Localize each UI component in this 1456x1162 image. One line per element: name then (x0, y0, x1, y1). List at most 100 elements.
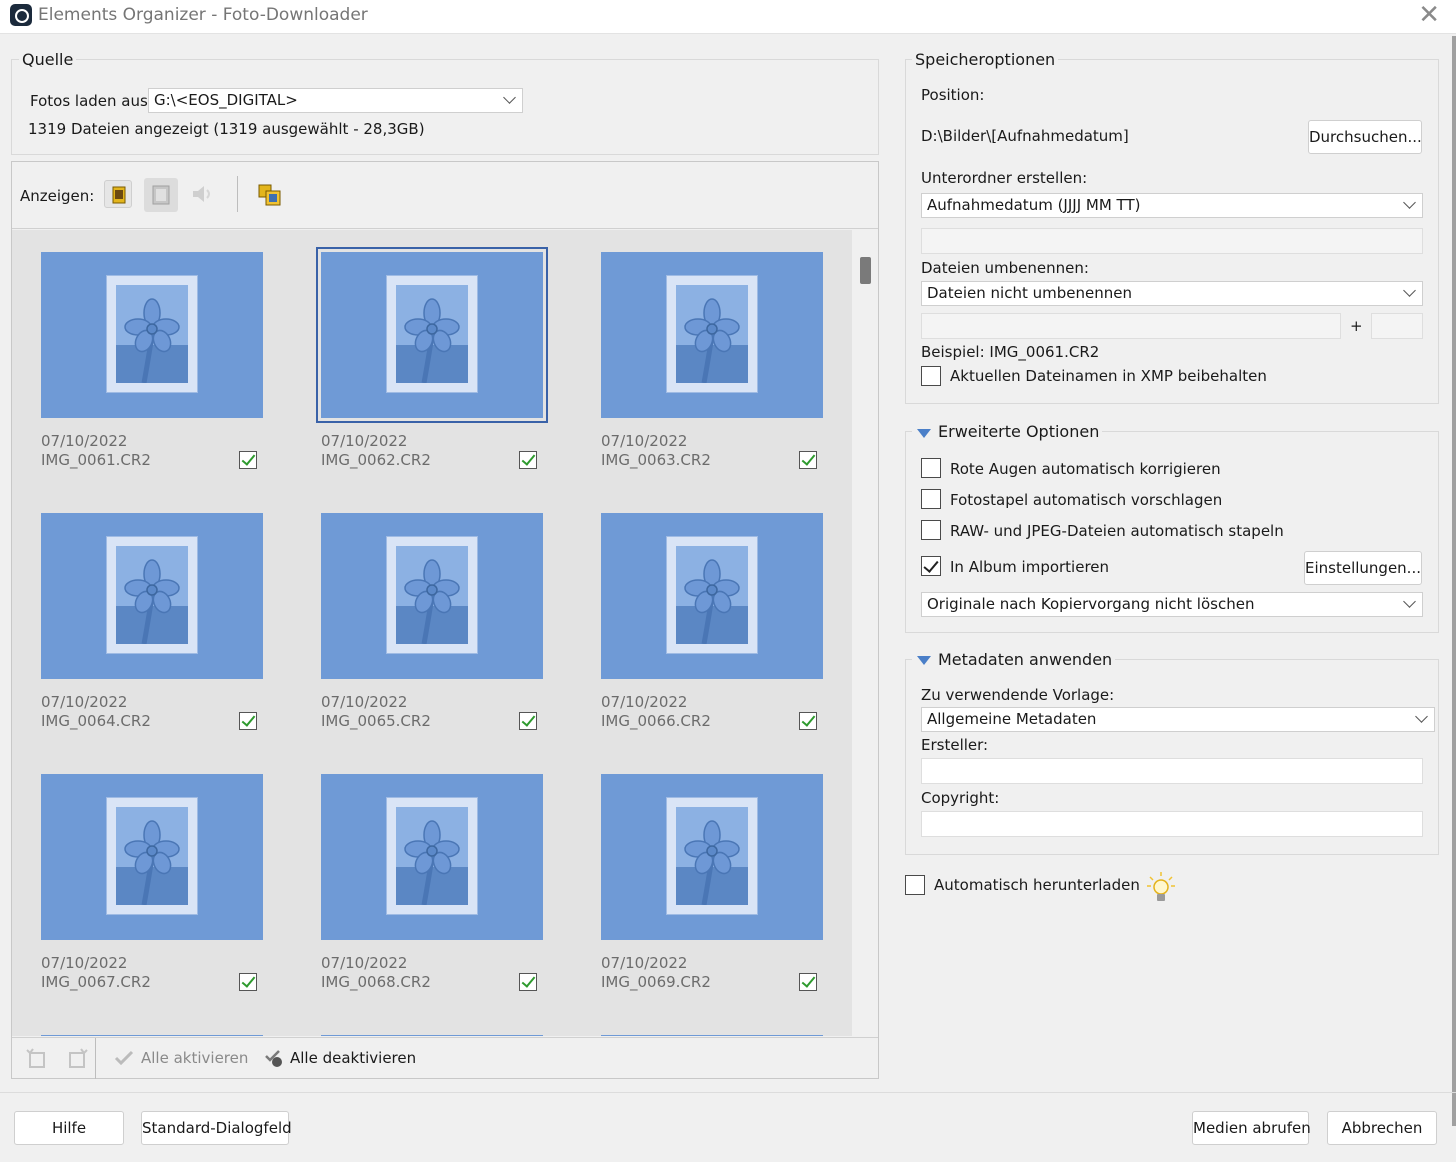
thumbnail-checkbox[interactable] (239, 973, 257, 991)
album-settings-button[interactable]: Einstellungen... (1304, 551, 1422, 585)
placeholder-image-icon (106, 536, 198, 654)
thumbnail-date: 07/10/2022 (601, 693, 688, 711)
rename-number-field[interactable] (1371, 313, 1423, 339)
photo-thumbnail[interactable] (321, 774, 543, 940)
author-field[interactable] (921, 758, 1423, 784)
photo-thumbnail[interactable] (41, 1035, 263, 1036)
load-from-value: G:\<EOS_DIGITAL> (154, 91, 298, 109)
photo-thumbnail[interactable] (321, 1035, 543, 1036)
standard-dialog-button[interactable]: Standard-Dialogfeld (141, 1111, 292, 1145)
thumbnail-checkbox[interactable] (519, 973, 537, 991)
rename-plus: + (1350, 317, 1363, 335)
thumbnail-filename: IMG_0067.CR2 (41, 973, 151, 991)
thumbnail-date: 07/10/2022 (41, 693, 128, 711)
uncheck-all-button[interactable]: Alle deaktivieren (290, 1049, 416, 1067)
app-icon (10, 4, 32, 26)
window-title: Elements Organizer - Foto-Downloader (38, 5, 368, 25)
auto-download-checkbox[interactable] (905, 875, 925, 895)
toolbar-separator (237, 176, 238, 212)
thumbnail-date: 07/10/2022 (41, 432, 128, 450)
close-icon[interactable]: ✕ (1418, 0, 1440, 30)
raw-jpeg-checkbox[interactable] (921, 520, 941, 540)
uncheck-all-icon (262, 1046, 290, 1074)
after-copy-value: Originale nach Kopiervorgang nicht lösch… (927, 595, 1255, 613)
footer-divider (0, 1092, 1456, 1093)
cancel-button[interactable]: Abbrechen (1327, 1111, 1437, 1145)
collapse-triangle-icon[interactable] (917, 656, 931, 665)
photo-thumbnail[interactable] (601, 252, 823, 418)
lightbulb-icon[interactable] (1146, 871, 1176, 905)
thumbnail-grid[interactable]: 07/10/2022 IMG_0061.CR2 07/10/2022 IMG_0062… (12, 230, 852, 1036)
photo-filter-icon[interactable] (104, 180, 132, 208)
stacks-checkbox[interactable] (921, 489, 941, 509)
thumbnail-checkbox[interactable] (239, 712, 257, 730)
thumbnail-filename: IMG_0061.CR2 (41, 451, 151, 469)
photo-thumbnail[interactable] (41, 774, 263, 940)
placeholder-image-icon (386, 536, 478, 654)
red-eye-label: Rote Augen automatisch korrigieren (950, 460, 1221, 478)
position-label: Position: (921, 86, 985, 104)
audio-filter-icon[interactable] (188, 180, 216, 208)
vertical-scrollbar[interactable] (852, 230, 878, 1036)
rename-label: Dateien umbenennen: (921, 259, 1089, 277)
copyright-label: Copyright: (921, 789, 1000, 807)
save-options-title: Speicheroptionen (912, 50, 1059, 69)
after-copy-dropdown[interactable]: Originale nach Kopiervorgang nicht lösch… (921, 592, 1423, 617)
show-label: Anzeigen: (20, 187, 95, 205)
template-label: Zu verwendende Vorlage: (921, 686, 1115, 704)
thumbnail-checkbox[interactable] (799, 973, 817, 991)
check-all-button[interactable]: Alle aktivieren (141, 1049, 248, 1067)
position-value: D:\Bilder\[Aufnahmedatum] (921, 127, 1129, 145)
scrollbar-thumb[interactable] (860, 257, 871, 284)
photo-thumbnail[interactable] (41, 252, 263, 418)
load-from-dropdown[interactable]: G:\<EOS_DIGITAL> (148, 88, 523, 113)
album-checkbox[interactable] (921, 556, 941, 576)
copyright-field[interactable] (921, 811, 1423, 837)
get-media-button[interactable]: Medien abrufen (1192, 1111, 1311, 1145)
thumbnail-checkbox[interactable] (519, 451, 537, 469)
keep-xmp-label: Aktuellen Dateinamen in XMP beibehalten (950, 367, 1267, 385)
placeholder-image-icon (106, 797, 198, 915)
rotate-right-icon[interactable] (62, 1045, 90, 1073)
advanced-options-title[interactable]: Erweiterte Optionen (912, 422, 1103, 441)
thumbnail-filename: IMG_0069.CR2 (601, 973, 711, 991)
help-button[interactable]: Hilfe (14, 1111, 124, 1145)
files-summary: 1319 Dateien angezeigt (1319 ausgewählt … (28, 120, 425, 138)
subfolder-value: Aufnahmedatum (JJJJ MM TT) (927, 196, 1141, 214)
photo-thumbnail[interactable] (316, 247, 548, 423)
thumbnail-filename: IMG_0062.CR2 (321, 451, 431, 469)
template-dropdown[interactable]: Allgemeine Metadaten (921, 707, 1435, 732)
album-label: In Album importieren (950, 558, 1110, 576)
chevron-down-icon (503, 91, 516, 104)
subfolder-label: Unterordner erstellen: (921, 169, 1088, 187)
thumbnail-date: 07/10/2022 (321, 432, 408, 450)
photo-thumbnail[interactable] (601, 774, 823, 940)
placeholder-image-icon (666, 536, 758, 654)
video-filter-icon[interactable] (144, 178, 178, 212)
collapse-triangle-icon[interactable] (917, 429, 931, 438)
browse-button[interactable]: Durchsuchen... (1308, 120, 1422, 154)
thumbnail-checkbox[interactable] (799, 451, 817, 469)
rename-text-field[interactable] (921, 313, 1341, 339)
rename-dropdown[interactable]: Dateien nicht umbenennen (921, 281, 1423, 306)
subfolder-custom-field[interactable] (921, 228, 1423, 254)
photo-thumbnail[interactable] (321, 513, 543, 679)
template-value: Allgemeine Metadaten (927, 710, 1097, 728)
thumbnail-checkbox[interactable] (519, 712, 537, 730)
keep-xmp-checkbox[interactable] (921, 366, 941, 386)
thumbnail-checkbox[interactable] (799, 712, 817, 730)
thumbnail-checkbox[interactable] (239, 451, 257, 469)
placeholder-image-icon (386, 797, 478, 915)
subfolder-dropdown[interactable]: Aufnahmedatum (JJJJ MM TT) (921, 193, 1423, 218)
photo-thumbnail[interactable] (601, 513, 823, 679)
title-bar: Elements Organizer - Foto-Downloader ✕ (0, 0, 1456, 34)
duplicate-filter-icon[interactable] (256, 181, 284, 209)
red-eye-checkbox[interactable] (921, 458, 941, 478)
photo-thumbnail[interactable] (601, 1035, 823, 1036)
rotate-left-icon[interactable] (24, 1045, 52, 1073)
grid-action-bar: Alle aktivieren Alle deaktivieren (12, 1037, 878, 1079)
thumbnail-date: 07/10/2022 (321, 693, 408, 711)
metadata-title[interactable]: Metadaten anwenden (912, 650, 1116, 669)
photo-thumbnail[interactable] (41, 513, 263, 679)
placeholder-image-icon (106, 275, 198, 393)
